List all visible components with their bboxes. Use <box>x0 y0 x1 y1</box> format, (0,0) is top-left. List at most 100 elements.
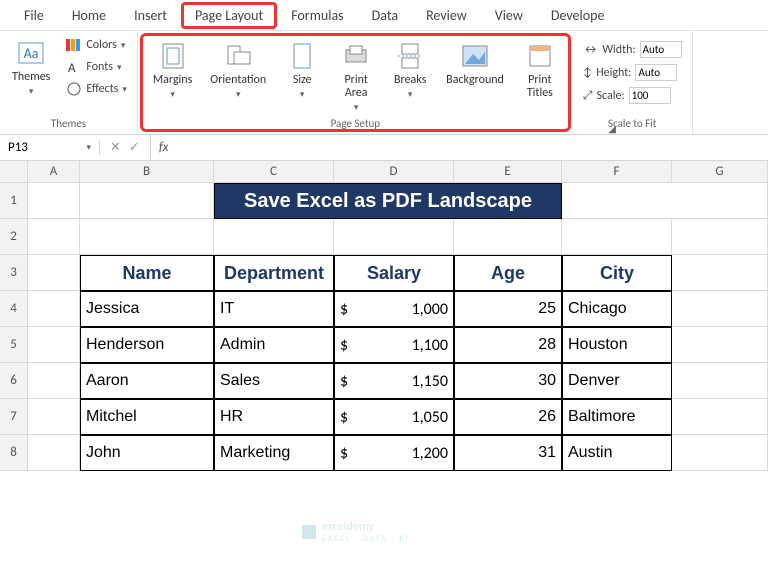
colors-button[interactable]: Colors▾ <box>62 35 130 55</box>
cell-r2-4[interactable] <box>454 219 562 255</box>
themes-button[interactable]: Aa Themes ▾ <box>6 35 56 99</box>
tab-developer[interactable]: Develope <box>537 2 619 29</box>
cancel-icon[interactable]: ✕ <box>110 140 121 155</box>
cell-F1[interactable] <box>562 183 768 219</box>
cell-age-1[interactable]: 28 <box>454 327 562 363</box>
orientation-button[interactable]: Orientation▾ <box>204 38 272 102</box>
cell-r2-6[interactable] <box>672 219 768 255</box>
dialog-launcher-icon[interactable]: ◢ <box>608 122 616 135</box>
row-header-3[interactable]: 3 <box>0 255 28 291</box>
breaks-label: Breaks <box>394 74 426 87</box>
cell-name-0[interactable]: Jessica <box>80 291 214 327</box>
cell-name-3[interactable]: Mitchel <box>80 399 214 435</box>
cell-name-2[interactable]: Aaron <box>80 363 214 399</box>
cell-city-2[interactable]: Denver <box>562 363 672 399</box>
tab-review[interactable]: Review <box>412 2 481 29</box>
cell-salary-3[interactable]: $1,050 <box>334 399 454 435</box>
fonts-button[interactable]: A Fonts▾ <box>62 57 130 77</box>
tab-page-layout[interactable]: Page Layout <box>181 2 277 29</box>
cell-G3[interactable] <box>672 255 768 291</box>
cell-r2-1[interactable] <box>80 219 214 255</box>
cell-city-4[interactable]: Austin <box>562 435 672 471</box>
col-header-A[interactable]: A <box>28 161 80 183</box>
cell-A6[interactable] <box>28 363 80 399</box>
col-header-D[interactable]: D <box>334 161 454 183</box>
col-header-E[interactable]: E <box>454 161 562 183</box>
row-header-7[interactable]: 7 <box>0 399 28 435</box>
enter-icon[interactable]: ✓ <box>129 140 140 155</box>
col-header-C[interactable]: C <box>214 161 334 183</box>
cell-salary-2[interactable]: $1,150 <box>334 363 454 399</box>
row-header-5[interactable]: 5 <box>0 327 28 363</box>
col-header-F[interactable]: F <box>562 161 672 183</box>
cell-G5[interactable] <box>672 327 768 363</box>
cell-city-3[interactable]: Baltimore <box>562 399 672 435</box>
background-button[interactable]: Background <box>440 38 510 89</box>
cell-A7[interactable] <box>28 399 80 435</box>
cell-A4[interactable] <box>28 291 80 327</box>
header-name[interactable]: Name <box>80 255 214 291</box>
cell-G8[interactable] <box>672 435 768 471</box>
col-header-B[interactable]: B <box>80 161 214 183</box>
cell-A5[interactable] <box>28 327 80 363</box>
cell-A3[interactable] <box>28 255 80 291</box>
cell-dept-3[interactable]: HR <box>214 399 334 435</box>
cell-r2-5[interactable] <box>562 219 672 255</box>
breaks-button[interactable]: Breaks▾ <box>386 38 434 102</box>
cell-name-1[interactable]: Henderson <box>80 327 214 363</box>
tab-home[interactable]: Home <box>58 2 120 29</box>
cell-dept-4[interactable]: Marketing <box>214 435 334 471</box>
tab-insert[interactable]: Insert <box>120 2 181 29</box>
cell-G7[interactable] <box>672 399 768 435</box>
cell-B1[interactable] <box>80 183 214 219</box>
cell-city-0[interactable]: Chicago <box>562 291 672 327</box>
fx-icon[interactable]: fx <box>151 140 177 155</box>
cell-city-1[interactable]: Houston <box>562 327 672 363</box>
height-input[interactable] <box>635 64 677 81</box>
header-city[interactable]: City <box>562 255 672 291</box>
cell-A8[interactable] <box>28 435 80 471</box>
cell-r2-3[interactable] <box>334 219 454 255</box>
cell-age-2[interactable]: 30 <box>454 363 562 399</box>
print-area-button[interactable]: Print Area▾ <box>332 38 380 115</box>
scale-input[interactable] <box>629 87 671 104</box>
row-header-4[interactable]: 4 <box>0 291 28 327</box>
tab-formulas[interactable]: Formulas <box>277 2 357 29</box>
cell-G6[interactable] <box>672 363 768 399</box>
ribbon: File Home Insert Page Layout Formulas Da… <box>0 0 768 135</box>
watermark-brand: exceldemy <box>322 520 410 534</box>
size-button[interactable]: Size▾ <box>278 38 326 102</box>
tab-data[interactable]: Data <box>358 2 412 29</box>
cell-dept-1[interactable]: Admin <box>214 327 334 363</box>
margins-button[interactable]: Margins▾ <box>147 38 198 102</box>
tab-view[interactable]: View <box>481 2 537 29</box>
row-header-8[interactable]: 8 <box>0 435 28 471</box>
print-titles-button[interactable]: Print Titles <box>516 38 564 102</box>
cell-G4[interactable] <box>672 291 768 327</box>
cell-dept-0[interactable]: IT <box>214 291 334 327</box>
row-header-1[interactable]: 1 <box>0 183 28 219</box>
cell-salary-4[interactable]: $1,200 <box>334 435 454 471</box>
row-header-6[interactable]: 6 <box>0 363 28 399</box>
cell-dept-2[interactable]: Sales <box>214 363 334 399</box>
col-header-G[interactable]: G <box>672 161 768 183</box>
cell-salary-0[interactable]: $1,000 <box>334 291 454 327</box>
width-input[interactable] <box>640 41 682 58</box>
cell-salary-1[interactable]: $1,100 <box>334 327 454 363</box>
cell-name-4[interactable]: John <box>80 435 214 471</box>
name-box[interactable]: P13 ▾ <box>0 140 100 155</box>
cell-r2-2[interactable] <box>214 219 334 255</box>
effects-button[interactable]: Effects▾ <box>62 79 130 99</box>
cell-A1[interactable] <box>28 183 80 219</box>
select-all-corner[interactable] <box>0 161 28 183</box>
row-header-2[interactable]: 2 <box>0 219 28 255</box>
header-age[interactable]: Age <box>454 255 562 291</box>
header-salary[interactable]: Salary <box>334 255 454 291</box>
cell-age-3[interactable]: 26 <box>454 399 562 435</box>
title-banner[interactable]: Save Excel as PDF Landscape <box>214 183 562 219</box>
header-department[interactable]: Department <box>214 255 334 291</box>
tab-file[interactable]: File <box>10 2 58 29</box>
cell-age-4[interactable]: 31 <box>454 435 562 471</box>
cell-age-0[interactable]: 25 <box>454 291 562 327</box>
cell-r2-0[interactable] <box>28 219 80 255</box>
